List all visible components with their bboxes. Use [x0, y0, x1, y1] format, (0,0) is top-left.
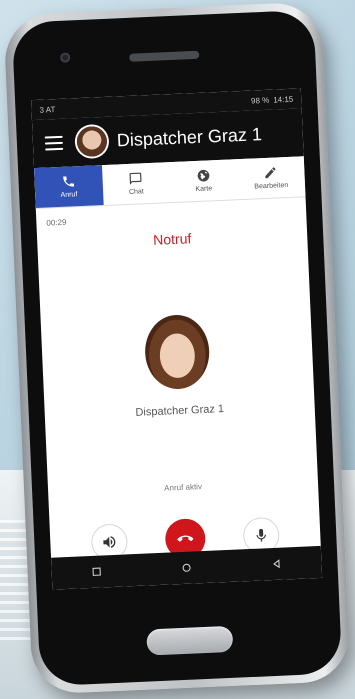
tab-karte[interactable]: Karte [169, 159, 238, 202]
caller-name: Dispatcher Graz 1 [135, 403, 225, 419]
tab-label: Anruf [60, 191, 78, 199]
microphone-icon [256, 528, 266, 542]
call-timer: 00:29 [46, 217, 67, 228]
call-type-label: Notruf [152, 230, 192, 248]
caller-avatar [143, 313, 211, 391]
hangup-icon [177, 535, 194, 542]
tab-anruf[interactable]: Anruf [34, 165, 104, 209]
status-right: 98 % 14:15 [251, 94, 294, 105]
call-panel: 00:29 Notruf Dispatcher Graz 1 Anruf akt… [36, 197, 322, 578]
phone-device: 3 AT 98 % 14:15 Dispatcher Graz 1 Anruf … [3, 1, 351, 695]
menu-icon[interactable] [44, 135, 64, 151]
app-screen: 3 AT 98 % 14:15 Dispatcher Graz 1 Anruf … [31, 88, 323, 590]
back-icon[interactable] [270, 558, 283, 571]
home-icon[interactable] [180, 562, 193, 575]
speaker-icon [103, 536, 116, 548]
tab-label: Karte [195, 185, 213, 194]
page-title: Dispatcher Graz 1 [116, 123, 263, 150]
home-button[interactable] [146, 625, 234, 656]
tab-chat[interactable]: Chat [101, 162, 170, 205]
pencil-icon [265, 167, 276, 179]
recent-apps-icon[interactable] [90, 565, 103, 578]
tab-label: Bearbeiten [254, 181, 289, 191]
call-status: Anruf aktiv [164, 482, 203, 493]
phone-icon [62, 176, 74, 187]
globe-icon [197, 169, 210, 182]
tab-bearbeiten[interactable]: Bearbeiten [236, 156, 305, 199]
user-avatar-icon [76, 125, 108, 158]
tab-label: Chat [128, 188, 144, 196]
battery-percent: 98 % [250, 95, 270, 106]
chat-icon [129, 172, 142, 185]
status-time: 14:15 [273, 94, 294, 105]
status-carrier: 3 AT [39, 104, 56, 115]
